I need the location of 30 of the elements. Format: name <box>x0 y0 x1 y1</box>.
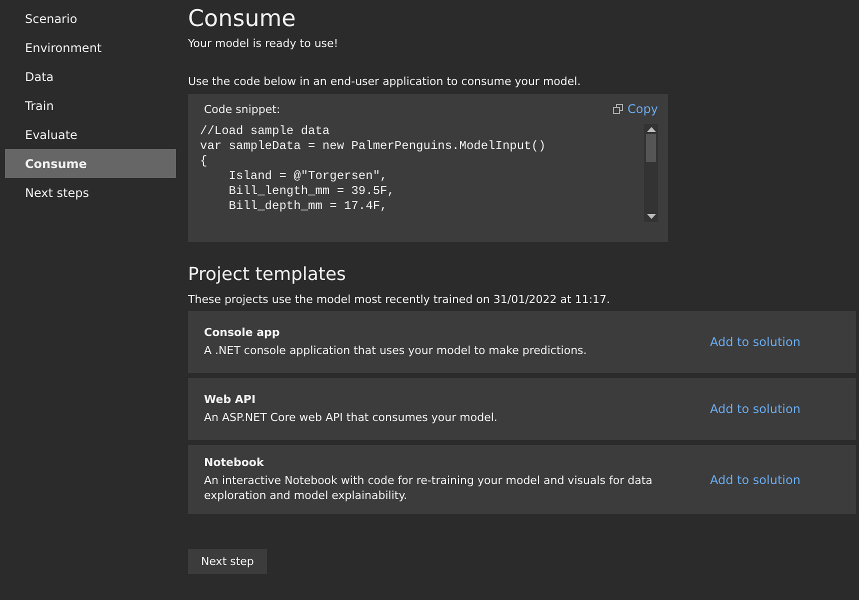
template-name: Notebook <box>204 456 265 469</box>
scroll-down-icon[interactable] <box>646 214 656 219</box>
sidebar-item[interactable]: Evaluate <box>5 120 176 149</box>
page-title: Consume <box>188 6 297 32</box>
subtitle: Your model is ready to use! <box>188 37 340 50</box>
copy-icon <box>612 104 624 114</box>
template-name: Console app <box>204 326 281 339</box>
next-step-button[interactable]: Next step <box>188 549 267 574</box>
code-snippet-label: Code snippet: <box>203 102 280 116</box>
template-name: Web API <box>204 393 257 406</box>
instruction-text: Use the code below in an end-user application to consume your model. <box>188 75 582 88</box>
add-to-solution-link[interactable]: Add to solution <box>710 335 840 349</box>
sidebar-item[interactable]: Next steps <box>5 178 176 207</box>
add-to-solution-link[interactable]: Add to solution <box>710 402 840 416</box>
section-description: These projects use the model most recently trained on 31/01/2022 at 11:17. <box>188 293 612 306</box>
sidebar-item[interactable]: Train <box>5 91 176 120</box>
section-title: Project templates <box>188 264 347 285</box>
scrollbar[interactable] <box>644 124 658 222</box>
sidebar-item[interactable]: Scenario <box>5 4 176 33</box>
template-description: An ASP.NET Core web API that consumes your model. <box>204 410 498 425</box>
scrollbar-thumb[interactable] <box>646 134 656 162</box>
copy-link[interactable]: Copy <box>612 102 658 116</box>
scroll-up-icon[interactable] <box>646 127 656 132</box>
sidebar-item[interactable]: Environment <box>5 33 176 62</box>
sidebar-item[interactable]: Data <box>5 62 176 91</box>
sidebar-item[interactable]: Consume <box>5 149 176 178</box>
template-description: An interactive Notebook with code for re-training your model and visuals for data exploration and model explainability. <box>204 473 654 503</box>
code-text: //Load sample data var sampleData = new PalmerPenguins.ModelInput() { Island = @"Torgersen", Bill_length_mm = 39.5F, Bill_depth_mm = 17.4F, <box>200 124 547 215</box>
template-description: A .NET console application that uses your model to make predictions. <box>204 343 588 358</box>
add-to-solution-link[interactable]: Add to solution <box>710 472 840 486</box>
